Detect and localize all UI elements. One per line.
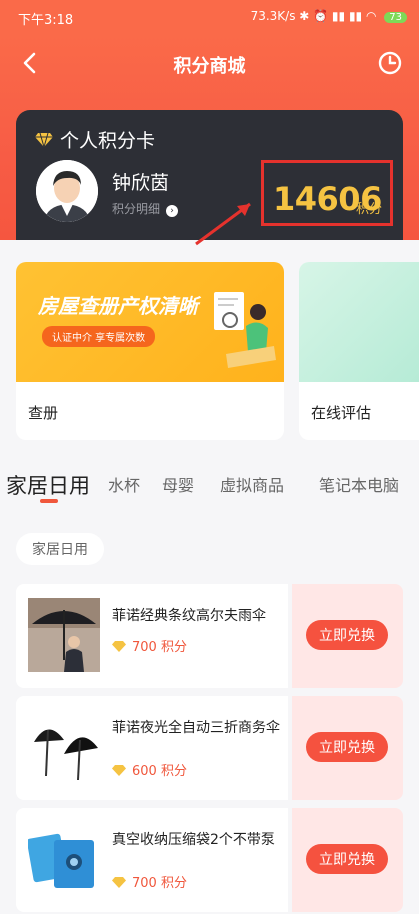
product-price-text: 600 积分 — [132, 764, 187, 779]
category-chip: 家居日用 — [16, 533, 104, 565]
tab-laptops[interactable]: 笔记本电脑 — [319, 472, 399, 496]
card-title: 个人积分卡 — [34, 126, 155, 153]
redeem-area: 立即兑换 — [292, 696, 403, 800]
product-info: 菲诺夜光全自动三折商务伞 600 积分 — [16, 696, 288, 800]
reading-person-icon — [214, 292, 276, 368]
battery-icon: 73 — [384, 12, 407, 23]
product-price: 700 积分 — [112, 636, 187, 655]
points-unit: 积分 — [355, 202, 382, 217]
tab-virtual-goods[interactable]: 虚拟商品 — [220, 472, 284, 496]
banner-ad-tag: 认证中介 享专属次数 — [42, 326, 156, 347]
redeem-button[interactable]: 立即兑换 — [306, 732, 388, 762]
card-title-text: 个人积分卡 — [60, 130, 156, 152]
avatar[interactable] — [36, 160, 98, 222]
banner-label: 在线评估 — [311, 404, 372, 422]
diamond-icon — [35, 132, 53, 148]
status-indicators: 73.3K/s ✱ ⏰ ▮▮ ▮▮ ◠ 73 — [251, 9, 407, 23]
banner-property-check[interactable]: 房屋查册产权清晰 认证中介 享专属次数 查册 — [16, 262, 284, 440]
umbrella-image — [28, 710, 100, 784]
product-price-text: 700 积分 — [132, 876, 187, 891]
diamond-icon — [112, 641, 126, 652]
tab-cups[interactable]: 水杯 — [108, 472, 140, 496]
product-name: 菲诺经典条纹高尔夫雨伞 — [112, 608, 266, 624]
product-name: 菲诺夜光全自动三折商务伞 — [112, 720, 280, 736]
redeem-button[interactable]: 立即兑换 — [306, 620, 388, 650]
product-price: 700 积分 — [112, 872, 187, 891]
user-name: 钟欣茵 — [112, 172, 170, 194]
active-tab-indicator — [40, 499, 58, 503]
banner-ad-text: 房屋查册产权清晰 — [38, 294, 198, 318]
product-card[interactable]: 菲诺经典条纹高尔夫雨伞 700 积分 立即兑换 — [16, 584, 403, 688]
product-card[interactable]: 菲诺夜光全自动三折商务伞 600 积分 立即兑换 — [16, 696, 403, 800]
network-speed: 73.3K/s — [250, 9, 296, 23]
history-clock-icon[interactable] — [377, 50, 403, 76]
page-title: 积分商城 — [173, 56, 246, 77]
chevron-right-icon: › — [166, 205, 179, 217]
product-price-text: 700 积分 — [132, 640, 187, 655]
product-card[interactable]: 真空收纳压缩袋2个不带泵 700 积分 立即兑换 — [16, 808, 403, 912]
storage-bag-image — [28, 822, 100, 896]
points-highlight-box: 14606 积分 — [261, 160, 393, 226]
product-info: 菲诺经典条纹高尔夫雨伞 700 积分 — [16, 584, 288, 688]
points-detail-link[interactable]: 积分明细 › — [112, 200, 179, 217]
banner-label: 查册 — [28, 404, 59, 422]
umbrella-image — [28, 598, 100, 672]
redeem-button[interactable]: 立即兑换 — [306, 844, 388, 874]
banner-image — [299, 262, 419, 382]
redeem-area: 立即兑换 — [292, 808, 403, 912]
diamond-icon — [112, 765, 126, 776]
category-tabs: 家居日用 水杯 母婴 虚拟商品 笔记本电脑 — [0, 460, 419, 510]
signal-icons: ✱ ⏰ ▮▮ ▮▮ ◠ — [299, 9, 377, 23]
status-time: 下午3:18 — [18, 13, 74, 28]
points-detail-label: 积分明细 — [112, 202, 161, 216]
annotation-arrow-icon — [195, 202, 251, 246]
product-info: 真空收纳压缩袋2个不带泵 700 积分 — [16, 808, 288, 912]
redeem-area: 立即兑换 — [292, 584, 403, 688]
status-bar: 下午3:18 73.3K/s ✱ ⏰ ▮▮ ▮▮ ◠ 73 — [0, 0, 419, 34]
diamond-icon — [112, 877, 126, 888]
banner-image: 房屋查册产权清晰 认证中介 享专属次数 — [16, 262, 284, 382]
tab-baby[interactable]: 母婴 — [162, 472, 194, 496]
product-name: 真空收纳压缩袋2个不带泵 — [112, 832, 275, 848]
tab-home-goods[interactable]: 家居日用 — [6, 470, 90, 500]
product-price: 600 积分 — [112, 760, 187, 779]
banner-online-valuation[interactable]: 在线评估 — [299, 262, 419, 440]
